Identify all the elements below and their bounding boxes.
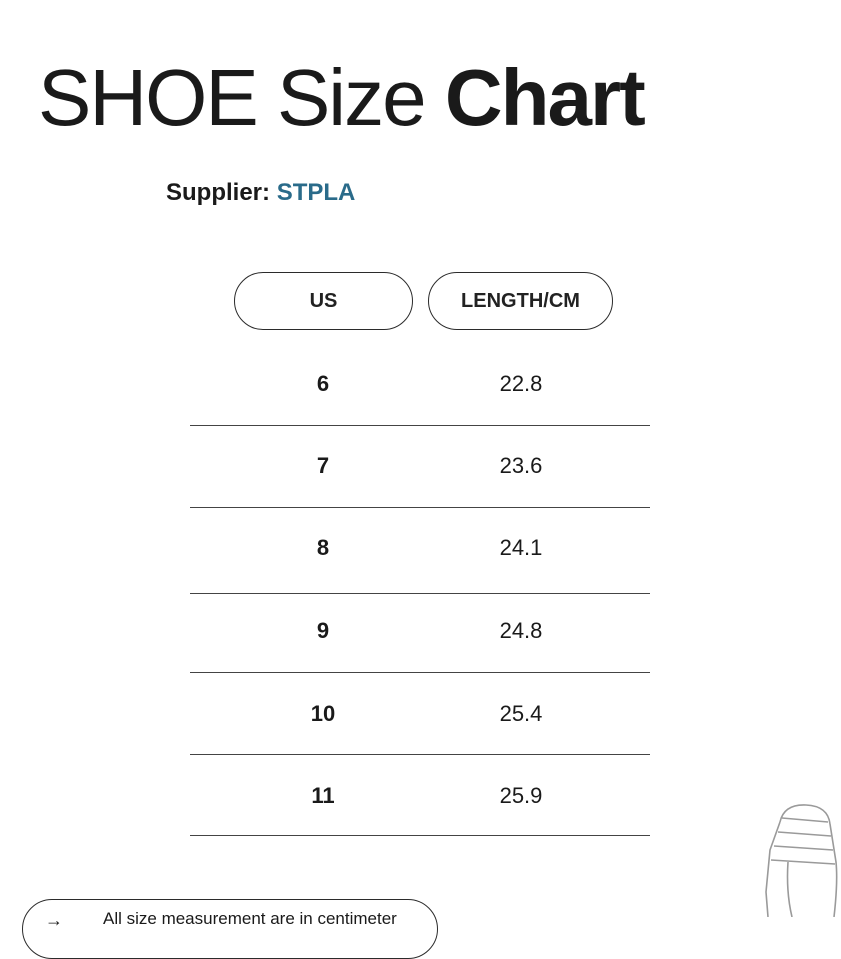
us-size: 8 — [316, 535, 330, 560]
supplier-line: Supplier: STPLA — [166, 179, 355, 207]
us-size: 10 — [310, 701, 336, 726]
title-light: SHOE Size — [38, 53, 427, 142]
length-cm: 24.1 — [499, 535, 543, 560]
measurement-note: → All size measurement are in centimeter — [22, 899, 438, 959]
note-text: All size measurement are in centimeter — [103, 909, 397, 928]
supplier-value: STPLA — [276, 179, 356, 206]
supplier-label: Supplier: — [166, 179, 271, 206]
us-size: 11 — [311, 783, 335, 808]
table-row: 11 25.9 — [190, 755, 650, 836]
us-size: 6 — [316, 371, 330, 396]
header-us: US — [234, 272, 413, 330]
slipper-outline-icon — [765, 804, 838, 917]
header-length: LENGTH/CM — [428, 272, 613, 330]
table-row: 7 23.6 — [190, 426, 650, 508]
length-cm: 23.6 — [499, 453, 543, 478]
table-row: 10 25.4 — [190, 673, 650, 755]
us-size: 7 — [316, 453, 330, 478]
length-cm: 25.4 — [499, 701, 543, 726]
table-row: 8 24.1 — [190, 508, 650, 594]
page-title: SHOE Size Chart — [38, 58, 646, 138]
length-cm: 24.8 — [499, 618, 543, 643]
length-cm: 22.8 — [499, 371, 543, 396]
title-bold: Chart — [444, 53, 646, 142]
arrow-right-icon: → — [45, 910, 63, 930]
table-row: 9 24.8 — [190, 594, 650, 673]
table-row: 6 22.8 — [190, 344, 650, 426]
us-size: 9 — [316, 618, 330, 643]
length-cm: 25.9 — [499, 783, 543, 808]
